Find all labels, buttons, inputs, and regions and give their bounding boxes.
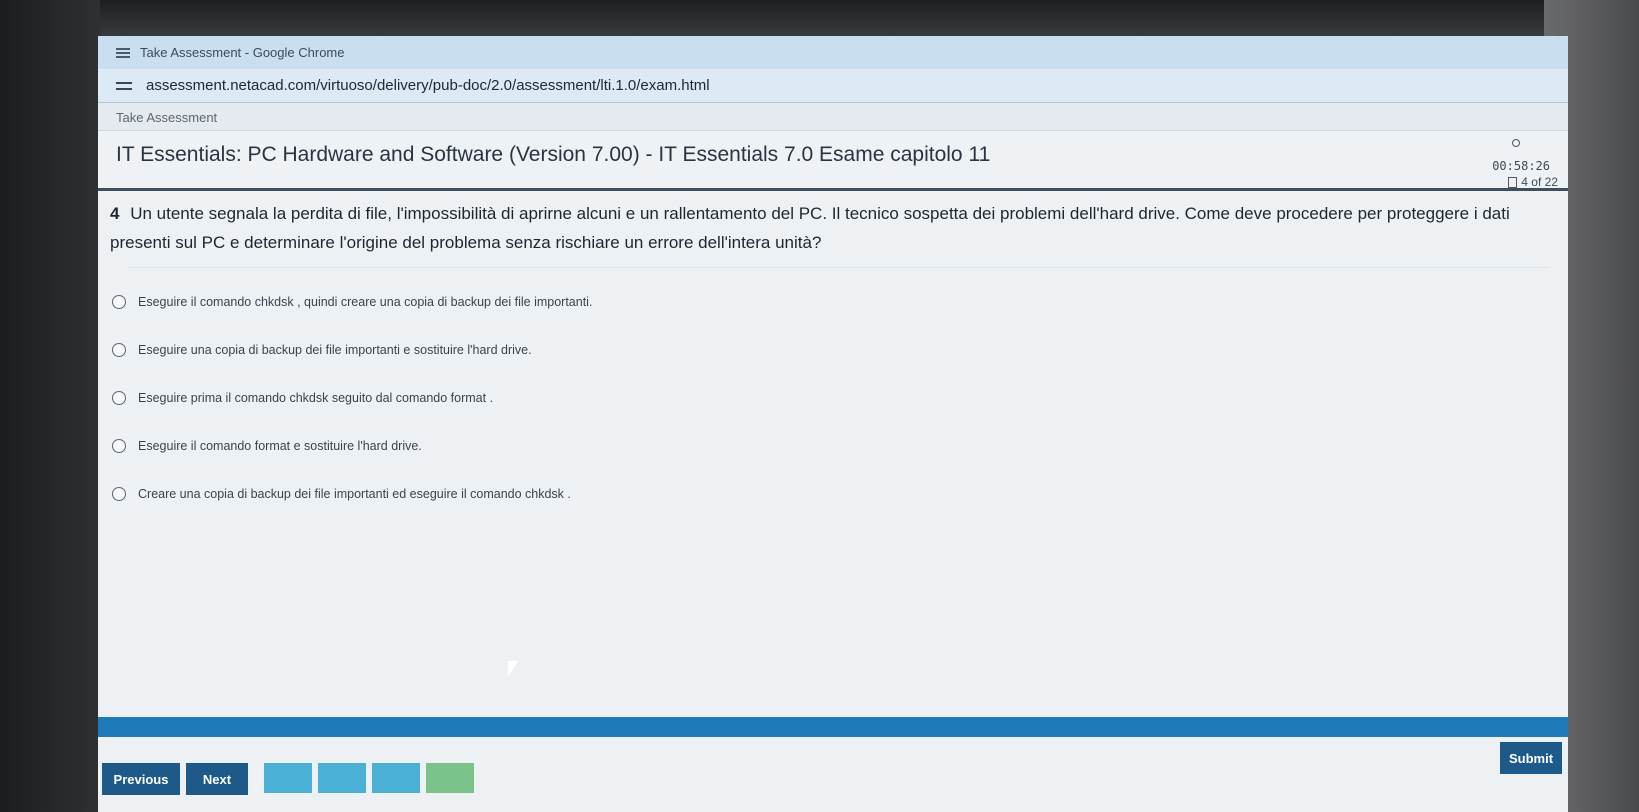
answer-options: Eseguire il comando chkdsk , quindi crea… [98,268,1568,518]
question-nav-box[interactable] [264,763,312,793]
window-title: Take Assessment - Google Chrome [140,45,345,60]
question-nav-box[interactable] [372,763,420,793]
submit-button[interactable]: Submit [1500,742,1562,774]
option-label: Eseguire prima il comando chkdsk seguito… [138,391,494,405]
bezel-left [0,0,100,812]
option-label: Eseguire una copia di backup dei file im… [138,343,532,357]
site-settings-icon[interactable] [116,80,132,92]
address-bar[interactable]: assessment.netacad.com/virtuoso/delivery… [98,69,1568,103]
flag-icon[interactable] [1508,176,1518,188]
exam-title: IT Essentials: PC Hardware and Software … [116,143,991,166]
exam-header: IT Essentials: PC Hardware and Software … [98,131,1568,191]
previous-button[interactable]: Previous [102,763,180,795]
question-nav-box[interactable] [318,763,366,793]
question-progress: 4 of 22 [1508,175,1558,189]
question: 4 Un utente segnala la perdita di file, … [98,191,1568,257]
question-number: 4 [110,204,120,223]
page-tab-title: Take Assessment [98,103,1568,131]
menu-icon[interactable] [116,47,130,58]
browser-window: Take Assessment - Google Chrome assessme… [98,36,1568,812]
answer-option[interactable]: Eseguire il comando chkdsk , quindi crea… [112,278,1568,326]
option-label: Eseguire il comando chkdsk , quindi crea… [138,295,593,309]
answer-option[interactable]: Eseguire prima il comando chkdsk seguito… [112,374,1568,422]
next-button[interactable]: Next [186,763,248,795]
bottom-controls: Previous Next Submit [98,737,1568,812]
radio-button[interactable] [112,487,126,501]
url-text[interactable]: assessment.netacad.com/virtuoso/delivery… [146,77,710,94]
option-label: Eseguire il comando format e sostituire … [138,439,422,453]
answer-option[interactable]: Eseguire una copia di backup dei file im… [112,326,1568,374]
radio-button[interactable] [112,343,126,357]
answer-option[interactable]: Creare una copia di backup dei file impo… [112,470,1568,518]
navigation-bar [98,717,1568,737]
radio-button[interactable] [112,295,126,309]
mouse-cursor [508,661,518,677]
progress-text: 4 of 22 [1521,175,1558,189]
bezel-top [0,0,1639,38]
option-label: Creare una copia di backup dei file impo… [138,487,571,501]
radio-button[interactable] [112,439,126,453]
question-text: Un utente segnala la perdita di file, l'… [110,204,1510,252]
window-titlebar: Take Assessment - Google Chrome [98,36,1568,69]
question-nav-box[interactable] [426,763,474,793]
timer-icon [1512,139,1520,147]
answer-option[interactable]: Eseguire il comando format e sostituire … [112,422,1568,470]
radio-button[interactable] [112,391,126,405]
timer: 00:58:26 [1492,159,1550,173]
